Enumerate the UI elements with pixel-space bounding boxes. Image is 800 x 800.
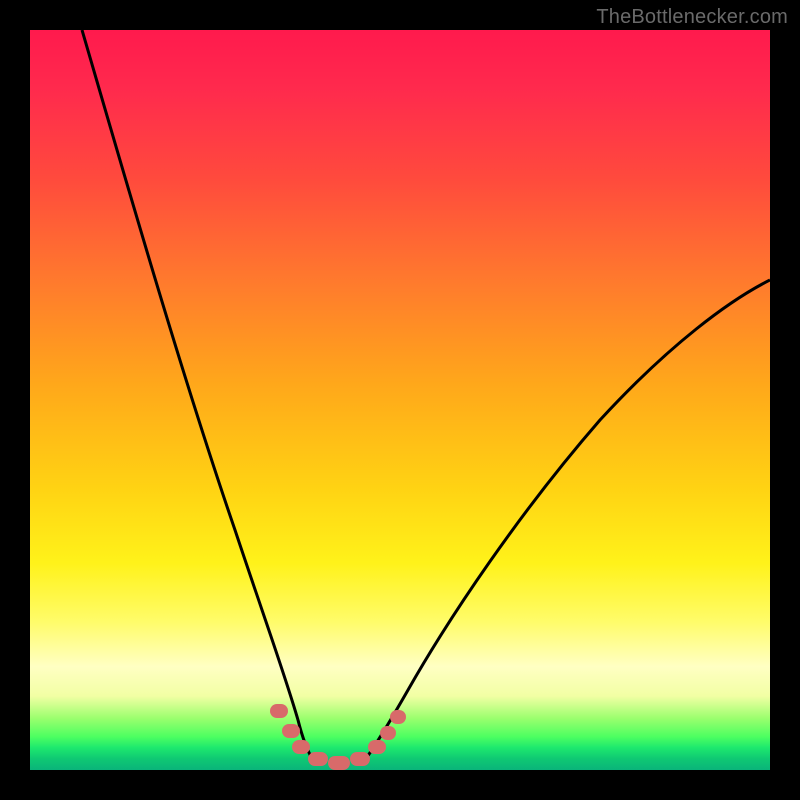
curve-right-branch (365, 280, 770, 760)
chart-frame: TheBottlenecker.com (0, 0, 800, 800)
watermark-text: TheBottlenecker.com (596, 6, 788, 29)
curve-left-branch (82, 30, 313, 760)
bottleneck-curve-svg (30, 30, 770, 770)
bottleneck-markers (270, 704, 406, 770)
plot-area (30, 30, 770, 770)
